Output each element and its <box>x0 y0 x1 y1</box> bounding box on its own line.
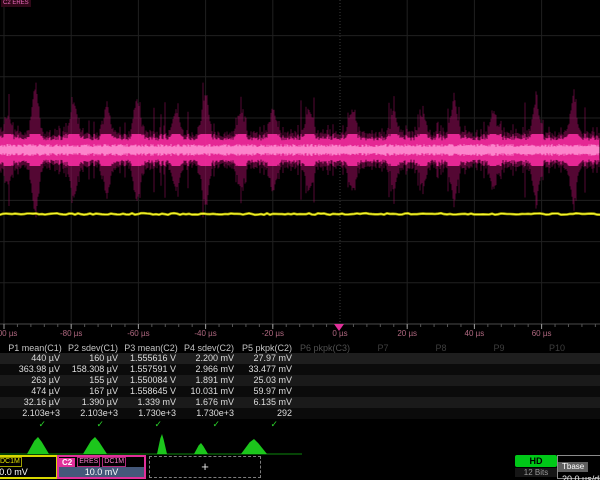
measure-p3-min: 1.550084 V <box>122 375 176 386</box>
measure-p4-value: 2.200 mV <box>180 353 234 364</box>
measure-param-header-p9[interactable]: P9 <box>470 343 528 354</box>
timebase-title: Tbase <box>558 462 588 472</box>
waveform-graticule <box>0 0 600 332</box>
c1-coupling-tag: DC1M <box>0 457 22 467</box>
measure-p5-num: 292 <box>238 408 292 419</box>
plus-icon: + <box>201 459 209 474</box>
c1-vertical-scale: 10.0 mV <box>0 467 56 477</box>
histicon-peak[interactable] <box>83 437 107 454</box>
measure-p1-num: 2.103e+3 <box>6 408 60 419</box>
measure-p3-mean: 1.557591 V <box>122 364 176 375</box>
time-axis-tick-label: -100 µs <box>0 329 17 338</box>
measure-p5-value: 27.97 mV <box>238 353 292 364</box>
time-axis-tick-label: -20 µs <box>262 329 284 338</box>
measure-param-header-p7[interactable]: P7 <box>354 343 412 354</box>
timebase-descriptor[interactable]: Tbase 20.0 µs/div <box>557 455 600 479</box>
measure-p5-min: 25.03 mV <box>238 375 292 386</box>
measure-p5-mean: 33.477 mV <box>238 364 292 375</box>
hd-mode-badge[interactable]: HD <box>515 455 557 467</box>
channel-c1-descriptor[interactable]: DC1M 10.0 mV <box>0 455 58 479</box>
measure-p2-min: 155 µV <box>64 375 118 386</box>
histicon-peak[interactable] <box>194 443 208 454</box>
time-axis-tick-label: -60 µs <box>127 329 149 338</box>
measure-p3-max: 1.558645 V <box>122 386 176 397</box>
measure-p2-max: 167 µV <box>64 386 118 397</box>
trace-c2 <box>0 83 599 218</box>
measure-p5-max: 59.97 mV <box>238 386 292 397</box>
measure-p1-min: 263 µV <box>6 375 60 386</box>
oscilloscope-screen: C2 ERES -100 µs -80 µs -60 µs -40 µs -20 µs 0… <box>0 0 600 480</box>
time-axis-tick-label: 20 µs <box>397 329 417 338</box>
measure-p4-mean: 2.966 mV <box>180 364 234 375</box>
time-axis-tick-label: -40 µs <box>194 329 216 338</box>
measure-p3-value: 1.555616 V <box>122 353 176 364</box>
measure-p4-num: 1.730e+3 <box>180 408 234 419</box>
hd-bits-label: 12 Bits <box>515 468 557 477</box>
measure-p1-sdev: 32.16 µV <box>6 397 60 408</box>
time-axis-tick-label: -80 µs <box>60 329 82 338</box>
measure-p4-min: 1.891 mV <box>180 375 234 386</box>
measure-p2-sdev: 1.390 µV <box>64 397 118 408</box>
c2-vertical-scale: 10.0 mV <box>59 467 144 477</box>
measure-p2-num: 2.103e+3 <box>64 408 118 419</box>
measure-param-header-p6[interactable]: P6 pkpk(C3) <box>296 343 354 354</box>
measure-p4-max: 10.031 mV <box>180 386 234 397</box>
measure-p2-mean: 158.308 µV <box>64 364 118 375</box>
time-axis-tick-label: 0 µs <box>332 329 347 338</box>
measure-p1-max: 474 µV <box>6 386 60 397</box>
time-axis-tick-label: 40 µs <box>465 329 485 338</box>
top-left-overlay-label: C2 ERES <box>1 0 31 7</box>
measure-p2-value: 160 µV <box>64 353 118 364</box>
trace-c1 <box>0 213 600 215</box>
channel-c2-descriptor[interactable]: C2 ERES DC1M 10.0 mV <box>57 455 146 479</box>
measure-p1-mean: 363.98 µV <box>6 364 60 375</box>
measure-p3-sdev: 1.339 mV <box>122 397 176 408</box>
measure-p5-sdev: 6.135 mV <box>238 397 292 408</box>
measure-param-header-p8[interactable]: P8 <box>412 343 470 354</box>
histicon-peak[interactable] <box>27 437 49 454</box>
measure-param-header-p10[interactable]: P10 <box>528 343 586 354</box>
measure-p4-sdev: 1.676 mV <box>180 397 234 408</box>
c2-eres-tag: ERES <box>77 457 100 467</box>
histicon-peak[interactable] <box>241 439 267 454</box>
add-new-trace-button[interactable]: + <box>149 456 261 478</box>
measure-p1-value: 440 µV <box>6 353 60 364</box>
measurement-histicons[interactable] <box>0 429 600 456</box>
c2-channel-chip: C2 <box>59 458 75 467</box>
time-axis-tick-label: 60 µs <box>532 329 552 338</box>
c2-coupling-tag: DC1M <box>102 457 126 467</box>
histicon-peak[interactable] <box>157 434 167 454</box>
timebase-scale: 20.0 µs/div <box>558 474 600 480</box>
measure-p3-num: 1.730e+3 <box>122 408 176 419</box>
